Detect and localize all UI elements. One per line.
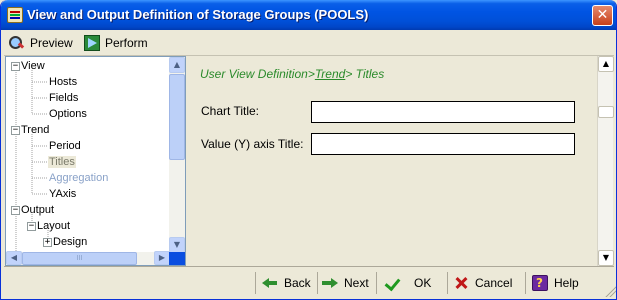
cancel-label: Cancel bbox=[475, 276, 513, 290]
navigation-tree: − View Hosts Fields Options − Trend Period… bbox=[5, 56, 186, 266]
tree-item-output[interactable]: − Output bbox=[11, 202, 54, 218]
collapse-icon[interactable]: − bbox=[11, 125, 20, 135]
title-bar[interactable]: View and Output Definition of Storage Gr… bbox=[1, 0, 616, 30]
ok-button[interactable]: OK bbox=[386, 272, 431, 294]
scroll-thumb[interactable] bbox=[169, 74, 185, 160]
scroll-right-icon[interactable]: ▶ bbox=[154, 251, 170, 265]
tree-item-trend[interactable]: − Trend bbox=[11, 122, 49, 138]
tree-item-label: Period bbox=[49, 140, 81, 152]
scroll-down-icon[interactable]: ▼ bbox=[598, 250, 614, 266]
tree-item-hosts[interactable]: Hosts bbox=[49, 74, 77, 90]
cancel-x-icon bbox=[453, 275, 469, 291]
tree-item-label: Titles bbox=[48, 156, 76, 168]
chart-title-input[interactable] bbox=[311, 101, 575, 123]
help-book-icon bbox=[532, 275, 548, 291]
separator bbox=[447, 272, 448, 294]
scroll-thumb[interactable] bbox=[598, 106, 614, 118]
scroll-left-icon[interactable]: ◀ bbox=[6, 251, 22, 265]
tree-item-label: Output bbox=[21, 204, 55, 216]
tree-item-label: Hosts bbox=[49, 76, 78, 88]
cancel-button[interactable]: Cancel bbox=[453, 272, 512, 294]
tree-item-yaxis[interactable]: YAxis bbox=[49, 186, 76, 202]
scroll-up-icon[interactable]: ▲ bbox=[598, 56, 614, 72]
app-icon bbox=[7, 7, 23, 23]
tree-item-label: View bbox=[21, 60, 45, 72]
next-button[interactable]: Next bbox=[322, 272, 369, 294]
checkmark-icon bbox=[386, 275, 402, 291]
tree-vertical-scrollbar[interactable]: ▲ ▼ bbox=[169, 57, 185, 253]
chart-title-label: Chart Title: bbox=[201, 104, 260, 118]
preview-icon bbox=[9, 35, 25, 51]
perform-button[interactable]: Perform bbox=[84, 34, 148, 52]
breadcrumb: User View Definition>Trend> Titles bbox=[200, 67, 384, 81]
value-axis-title-label: Value (Y) axis Title: bbox=[201, 137, 304, 151]
collapse-icon[interactable]: − bbox=[27, 221, 36, 231]
tree-item-period[interactable]: Period bbox=[49, 138, 81, 154]
back-label: Back bbox=[284, 276, 311, 290]
separator bbox=[317, 272, 318, 294]
next-arrow-icon bbox=[322, 275, 338, 291]
separator bbox=[255, 272, 256, 294]
separator bbox=[376, 272, 377, 294]
separator bbox=[525, 272, 526, 294]
tree-item-fields[interactable]: Fields bbox=[49, 90, 78, 106]
tree-item-design[interactable]: + Design bbox=[43, 234, 87, 250]
back-arrow-icon bbox=[262, 275, 278, 291]
perform-icon bbox=[84, 35, 100, 51]
toolbar: Preview Perform bbox=[4, 30, 614, 56]
tree-item-label: Trend bbox=[21, 124, 50, 136]
tree-item-label: YAxis bbox=[49, 188, 77, 200]
tree-item-aggregation: Aggregation bbox=[49, 170, 108, 186]
help-label: Help bbox=[554, 276, 579, 290]
expand-icon[interactable]: + bbox=[43, 237, 52, 247]
tree-item-view[interactable]: − View bbox=[11, 58, 45, 74]
tree-item-label: Fields bbox=[49, 92, 79, 104]
resize-grip-icon[interactable] bbox=[604, 285, 616, 297]
value-axis-title-input[interactable] bbox=[311, 133, 575, 155]
tree-item-titles[interactable]: Titles bbox=[48, 154, 76, 170]
preview-button[interactable]: Preview bbox=[9, 34, 73, 52]
button-bar: Back Next OK Cancel Help bbox=[1, 268, 616, 299]
window-title: View and Output Definition of Storage Gr… bbox=[27, 7, 369, 22]
bottom-divider bbox=[4, 266, 614, 267]
tree-item-label: Design bbox=[53, 236, 88, 248]
breadcrumb-suffix: > Titles bbox=[345, 67, 385, 81]
scroll-up-icon[interactable]: ▲ bbox=[169, 57, 185, 73]
preview-label: Preview bbox=[30, 36, 73, 50]
tree-content: − View Hosts Fields Options − Trend Period… bbox=[6, 57, 170, 253]
scrollbar-corner bbox=[169, 252, 185, 265]
next-label: Next bbox=[344, 276, 369, 290]
back-button[interactable]: Back bbox=[262, 272, 311, 294]
ok-label: OK bbox=[414, 276, 432, 290]
tree-item-options[interactable]: Options bbox=[49, 106, 87, 122]
titles-form-panel: User View Definition>Trend> Titles Chart… bbox=[190, 56, 595, 266]
tree-item-label: Aggregation bbox=[49, 172, 109, 184]
tree-item-layout[interactable]: − Layout bbox=[27, 218, 70, 234]
collapse-icon[interactable]: − bbox=[11, 205, 20, 215]
close-button[interactable]: ✕ bbox=[592, 5, 613, 26]
main-window: View and Output Definition of Storage Gr… bbox=[0, 0, 617, 300]
hscroll-thumb[interactable]: III bbox=[22, 252, 137, 265]
help-button[interactable]: Help bbox=[532, 272, 579, 294]
tree-horizontal-scrollbar[interactable]: ◀ III ▶ bbox=[6, 251, 170, 265]
scroll-down-icon[interactable]: ▼ bbox=[169, 237, 185, 253]
breadcrumb-link-trend[interactable]: Trend bbox=[315, 67, 345, 81]
tree-item-label: Options bbox=[49, 108, 87, 120]
perform-label: Perform bbox=[105, 36, 148, 50]
tree-item-label: Layout bbox=[37, 220, 71, 232]
breadcrumb-prefix: User View Definition> bbox=[200, 67, 315, 81]
collapse-icon[interactable]: − bbox=[11, 61, 20, 71]
content-vertical-scrollbar[interactable]: ▲ ▼ bbox=[597, 56, 614, 266]
